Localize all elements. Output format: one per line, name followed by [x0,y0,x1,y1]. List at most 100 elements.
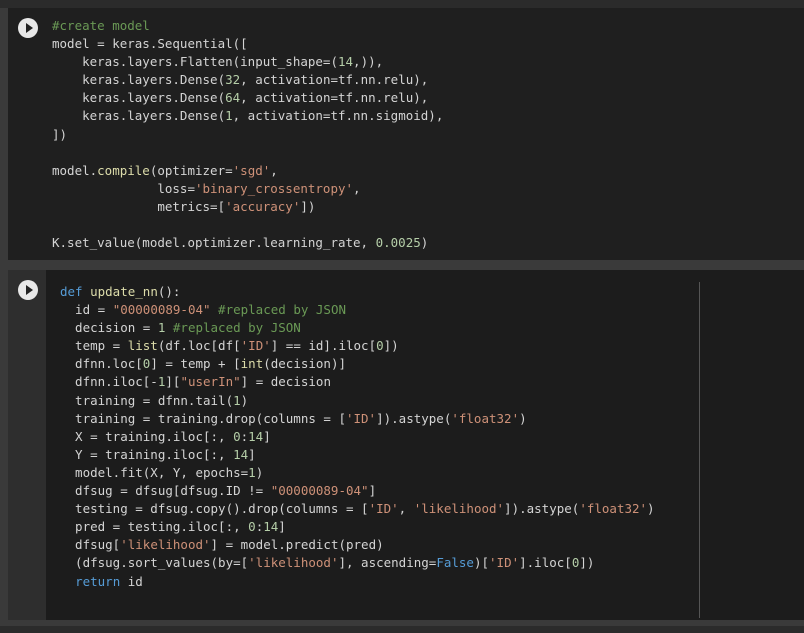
code-token: , activation=tf.nn.relu), [240,90,429,106]
code-line: return id [60,574,143,589]
code-line: model = keras.Sequential([ [52,36,248,51]
code-token: #create model [52,18,150,33]
code-line: keras.layers.Dense(64, activation=tf.nn.… [52,90,428,105]
code-token: Y = training.iloc[:, [60,446,234,462]
code-token: ] [248,446,256,462]
code-line: keras.layers.Dense(1, activation=tf.nn.s… [52,108,443,123]
code-token: ]).astype( [504,501,580,517]
code-token: def [60,284,91,299]
code-token: 1 [248,464,256,480]
code-line: keras.layers.Flatten(input_shape=(14,)), [52,54,383,69]
code-token: return [75,573,121,589]
code-token: 32 [225,72,241,88]
code-token: ]).astype( [376,410,452,426]
code-token: keras.layers.Dense( [52,90,226,106]
code-token: ].iloc[ [519,555,572,571]
code-token: , activation=tf.nn.sigmoid), [232,108,444,124]
code-token: ) [647,501,655,517]
code-token: pred = testing.iloc[:, [60,519,249,535]
code-token: 'likelihood' [413,501,505,517]
code-token: metrics=[ [52,198,226,214]
code-token: "userIn" [180,374,241,390]
code-token: decision = [60,320,158,336]
code-token: ) [519,410,527,426]
code-token: ] [278,519,286,535]
code-cell-2[interactable]: def update_nn(): id = "00000089-04" #rep… [8,270,804,620]
code-token: 'ID' [368,501,399,517]
code-editor-2-area[interactable]: def update_nn(): id = "00000089-04" #rep… [46,270,804,620]
code-line: dfsug = dfsug[dfsug.ID != "00000089-04"] [60,483,376,498]
code-cell-1[interactable]: #create model model = keras.Sequential([… [8,8,804,260]
code-line: def update_nn(): [60,284,180,299]
code-token: )[ [473,555,490,571]
top-divider [0,0,804,8]
code-token: 14 [263,519,279,535]
code-line: training = training.drop(columns = ['ID'… [60,411,527,426]
code-token: #replaced by JSON [165,320,301,336]
code-token: 14 [337,54,354,70]
code-token: ] = decision [240,374,331,390]
code-token: 0 [376,338,384,354]
code-token: dfsug[ [60,537,121,553]
code-line: model.fit(X, Y, epochs=1) [60,465,263,480]
code-line: Y = training.iloc[:, 14] [60,447,256,462]
code-editor-1[interactable]: #create model model = keras.Sequential([… [52,17,443,252]
code-token: False [436,555,474,571]
code-token: ) [240,392,249,408]
code-token: 'binary_crossentropy' [195,180,354,196]
code-line: metrics=['accuracy']) [52,199,315,214]
code-token: dfnn.iloc[- [60,374,158,390]
code-token: 1 [233,392,241,408]
code-line: X = training.iloc[:, 0:14] [60,429,271,444]
code-line: decision = 1 #replaced by JSON [60,320,301,335]
run-cell-1-button[interactable] [18,18,38,38]
code-token: K.set_value(model.optimizer.learning_rat… [52,235,376,251]
code-token: 0.0025 [375,235,421,251]
code-token: (decision)] [263,356,347,372]
code-token: , [270,162,278,178]
code-token: ] = temp + [ [150,356,241,372]
code-line: testing = dfsug.copy().drop(columns = ['… [60,501,655,516]
code-token: testing = dfsug.copy().drop(columns = [ [60,501,369,517]
code-token: 0 [233,428,241,444]
code-token: , activation=tf.nn.relu), [240,72,429,88]
code-token: (df.loc[df[ [157,338,241,354]
code-line: dfnn.loc[0] = temp + [int(decision)] [60,356,346,371]
code-token: keras.layers.Dense( [52,108,226,124]
code-token: X = training.iloc[:, [60,428,234,444]
code-token: ] = model.predict(pred) [210,537,384,553]
code-token: ,)), [353,54,384,70]
code-token: id [120,573,143,589]
code-token: temp = [60,338,128,354]
code-line: K.set_value(model.optimizer.learning_rat… [52,235,428,250]
code-token: keras.layers.Flatten(input_shape=( [52,54,338,70]
code-token: int [240,356,264,372]
code-token: ) [255,464,264,480]
code-token: ]) [300,198,316,214]
code-token: 'accuracy' [225,198,301,214]
ruler-line [699,282,700,618]
code-token: training = dfnn.tail( [60,392,234,408]
code-token: 'ID' [345,410,377,426]
code-token: 'sgd' [232,162,271,178]
code-token: ]) [579,555,595,571]
code-token: 1 [225,108,233,124]
code-token: (): [157,284,181,299]
code-line: model.compile(optimizer='sgd', [52,163,278,178]
bottom-divider [0,626,804,633]
code-line: ]) [52,127,67,142]
code-token: 14 [248,428,264,444]
code-token: compile [97,162,150,178]
code-token: "00000089-04" [112,302,211,318]
code-token: list [127,338,158,354]
code-token: , [353,180,361,196]
code-editor-2[interactable]: def update_nn(): id = "00000089-04" #rep… [60,283,655,591]
code-line: dfnn.iloc[-1]["userIn"] = decision [60,374,331,389]
code-token: dfnn.loc[ [60,356,143,372]
code-token: #replaced by JSON [210,302,346,318]
run-cell-2-button[interactable] [18,280,38,300]
code-token: 'float32' [579,501,648,517]
code-token: (optimizer= [149,162,233,178]
code-token: "00000089-04" [270,483,369,499]
